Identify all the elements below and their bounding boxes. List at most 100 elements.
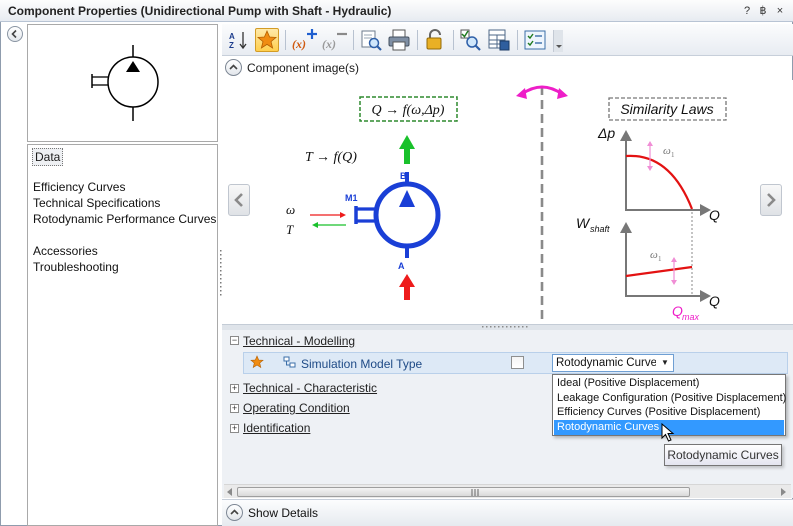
show-details-label[interactable]: Show Details [248, 506, 318, 520]
chevron-down-icon[interactable]: ▼ [659, 357, 671, 369]
omega1-top-label: ω [663, 145, 671, 157]
port-m1-label: M1 [345, 193, 358, 203]
option-leakage-configuration[interactable]: Leakage Configuration (Positive Displace… [554, 391, 786, 406]
toolbar-separator [285, 30, 286, 50]
pump-triangle-icon [399, 190, 415, 207]
expand-technical-characteristic[interactable]: + [230, 384, 239, 393]
flow-out-arrow-shaft [404, 148, 410, 164]
check-search-icon [460, 29, 481, 51]
lock-button[interactable] [423, 28, 447, 52]
chevron-left-icon [234, 193, 243, 207]
calculator-grid-icon [488, 29, 510, 51]
select-value: Rotodynamic Curves [556, 357, 656, 369]
dp-axis-arrow-icon [620, 130, 632, 141]
horizontal-scrollbar[interactable] [224, 484, 791, 498]
remove-variable-button[interactable]: (x) [322, 28, 347, 52]
torque-arrowhead-icon [312, 222, 318, 228]
window-title: Component Properties (Unidirectional Pum… [8, 4, 392, 18]
favorite-star-icon[interactable] [250, 355, 264, 369]
dp-axis-label: Δp [597, 125, 615, 141]
image-section-toggle[interactable] [225, 59, 242, 76]
scroll-left-icon[interactable] [226, 488, 234, 496]
svg-text:(x): (x) [322, 37, 336, 51]
category-operating-condition[interactable]: Operating Condition [243, 401, 350, 415]
port-b-label: B [400, 171, 407, 181]
toolbar: AZ (x) (x) [222, 24, 793, 56]
simulation-model-type-select[interactable]: Rotodynamic Curves ▼ [552, 354, 674, 372]
property-name: Simulation Model Type [301, 357, 423, 371]
omega1-bottom-label: ω [650, 249, 658, 261]
lock-icon [426, 29, 442, 50]
wshaft-axis-arrow-icon [620, 222, 632, 233]
nav-item-accessories[interactable]: Accessories [33, 244, 98, 258]
checklist-button[interactable] [523, 28, 547, 52]
option-efficiency-curves[interactable]: Efficiency Curves (Positive Displacement… [554, 405, 784, 420]
chevron-up-icon [230, 509, 239, 515]
navigation-list: Data Efficiency Curves Technical Specifi… [27, 144, 218, 526]
nav-item-rotodynamic-performance-curves[interactable]: Rotodynamic Performance Curves [33, 212, 216, 226]
favorites-button[interactable] [255, 28, 279, 52]
toolbar-separator [517, 30, 518, 50]
option-ideal[interactable]: Ideal (Positive Displacement) [554, 376, 784, 391]
scrollbar-thumb[interactable] [237, 487, 690, 497]
check-search-button[interactable] [459, 28, 483, 52]
tooltip: Rotodynamic Curves [664, 444, 782, 466]
next-image-button[interactable] [760, 184, 782, 216]
flow-out-arrow-icon [399, 135, 415, 149]
scroll-right-icon[interactable] [779, 488, 787, 496]
property-checkbox[interactable] [511, 356, 524, 369]
wshaft-axis-subscript: shaft [590, 224, 610, 234]
toolbar-overflow-button[interactable] [553, 30, 563, 52]
omega-label: ω [286, 202, 295, 217]
checklist-icon [524, 30, 546, 50]
sort-az-button[interactable]: AZ [227, 28, 251, 52]
nav-item-troubleshooting[interactable]: Troubleshooting [33, 260, 119, 274]
mouse-cursor-icon [661, 423, 675, 442]
category-identification[interactable]: Identification [243, 421, 310, 435]
toolbar-separator [417, 30, 418, 50]
wshaft-axis-label: W [576, 215, 591, 231]
category-technical-modelling[interactable]: Technical - Modelling [243, 334, 355, 348]
sort-az-icon: AZ [229, 32, 247, 50]
chevron-down-icon [556, 45, 562, 48]
close-button[interactable]: × [773, 3, 787, 19]
favorites-star-icon [256, 29, 278, 49]
component-image-area: Q → f(ω,Δp) T → f(Q) B A M1 ω T Similari… [222, 80, 793, 324]
expand-operating-condition[interactable]: + [230, 404, 239, 413]
add-variable-button[interactable]: (x) [292, 28, 317, 52]
grip-icon [471, 489, 479, 496]
component-image: Q → f(ω,Δp) T → f(Q) B A M1 ω T Similari… [286, 85, 727, 324]
category-technical-characteristic[interactable]: Technical - Characteristic [243, 381, 377, 395]
nav-item-efficiency-curves[interactable]: Efficiency Curves [33, 180, 125, 194]
dp-curve [625, 154, 694, 210]
remove-variable-icon: (x) [322, 32, 347, 51]
expand-identification[interactable]: + [230, 424, 239, 433]
similarity-laws-title: Similarity Laws [620, 101, 713, 117]
preview-icon [361, 30, 382, 51]
title-bar: Component Properties (Unidirectional Pum… [0, 0, 793, 22]
collapse-technical-modelling[interactable]: − [230, 336, 239, 345]
pump-symbol-icon [91, 45, 159, 121]
print-button[interactable] [387, 28, 411, 52]
wshaft-omega-up-icon [671, 257, 677, 262]
show-details-toggle[interactable] [226, 504, 243, 521]
svg-text:(x): (x) [292, 37, 306, 51]
chevron-up-icon [229, 64, 238, 70]
help-button[interactable]: ? [740, 3, 754, 19]
nav-item-technical-specifications[interactable]: Technical Specifications [33, 196, 160, 210]
calculator-grid-button[interactable] [487, 28, 511, 52]
flow-in-arrow-shaft [404, 286, 410, 300]
svg-text:Z: Z [229, 41, 234, 50]
flow-in-arrow-icon [399, 274, 415, 287]
preview-button[interactable] [359, 28, 383, 52]
port-a-label: A [398, 261, 405, 271]
back-button[interactable] [7, 26, 23, 42]
swap-right-arrow-icon [557, 88, 568, 99]
t-label: T [286, 222, 294, 237]
previous-image-button[interactable] [228, 184, 250, 216]
toolbar-separator [453, 30, 454, 50]
nav-item-data[interactable]: Data [32, 148, 64, 166]
image-section-label: Component image(s) [247, 61, 360, 75]
pin-button[interactable]: ฿ [756, 3, 770, 19]
omega1-top-subscript: 1 [671, 151, 675, 159]
